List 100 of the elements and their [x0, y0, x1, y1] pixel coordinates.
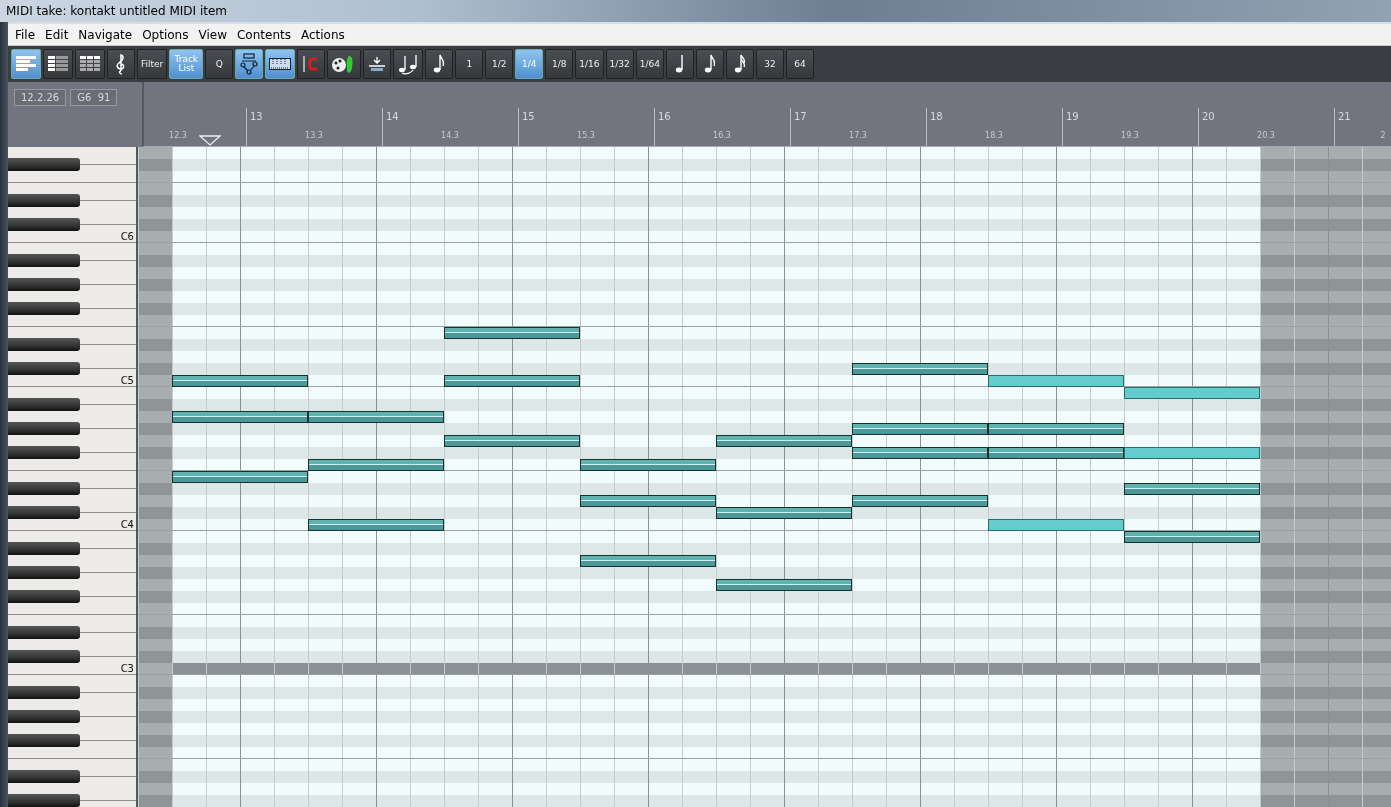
toolbar-button[interactable]: Filter [137, 49, 168, 79]
sharp-piano-key[interactable] [8, 158, 80, 171]
bar-tick [1334, 108, 1335, 146]
midi-note[interactable] [172, 471, 308, 483]
sharp-piano-key[interactable] [8, 254, 80, 267]
toolbar-icon-button[interactable] [425, 49, 454, 79]
sharp-piano-key[interactable] [8, 686, 80, 699]
sharp-piano-key[interactable] [8, 626, 80, 639]
sharp-piano-key[interactable] [8, 446, 80, 459]
toolbar-icon-button[interactable] [43, 49, 73, 79]
sharp-piano-key[interactable] [8, 398, 80, 411]
midi-note[interactable] [308, 411, 444, 423]
sharp-piano-key[interactable] [8, 506, 80, 519]
note-lane[interactable] [138, 435, 1391, 447]
menu-item[interactable]: View [193, 27, 232, 42]
toolbar-button[interactable]: Q [205, 49, 234, 79]
midi-note[interactable] [1124, 531, 1260, 543]
grid-view-icon [79, 54, 101, 74]
midi-note[interactable] [580, 459, 716, 471]
midi-note[interactable] [172, 411, 308, 423]
toolbar-button[interactable]: 1/8 [545, 49, 574, 79]
sharp-piano-key[interactable] [8, 590, 80, 603]
sharp-piano-key[interactable] [8, 710, 80, 723]
toolbar-icon-button[interactable] [725, 49, 754, 79]
toolbar-icon-button[interactable] [107, 49, 135, 79]
toolbar-icon-button[interactable] [235, 49, 264, 79]
menu-item[interactable]: Contents [231, 27, 296, 42]
sharp-piano-key[interactable] [8, 422, 80, 435]
toolbar-icon-button[interactable] [695, 49, 724, 79]
ruler-label: 2 [1380, 131, 1386, 140]
midi-note[interactable] [444, 327, 580, 339]
midi-note[interactable] [580, 555, 716, 567]
note-lane[interactable] [138, 459, 1391, 471]
midi-note[interactable] [172, 375, 308, 387]
toolbar-icon-button[interactable] [665, 49, 694, 79]
midi-note[interactable] [716, 435, 852, 447]
toolbar-icon-button[interactable] [327, 49, 362, 79]
midi-note[interactable] [852, 495, 988, 507]
toolbar-button[interactable]: 32 [755, 49, 784, 79]
sharp-piano-key[interactable] [8, 650, 80, 663]
octave-label: C5 [120, 375, 134, 386]
sharp-piano-key[interactable] [8, 302, 80, 315]
sharp-piano-key[interactable] [8, 794, 80, 807]
sharp-piano-key[interactable] [8, 338, 80, 351]
midi-note[interactable] [308, 459, 444, 471]
sharp-piano-key[interactable] [8, 278, 80, 291]
sharp-piano-key[interactable] [8, 482, 80, 495]
node-curve-icon [239, 53, 260, 75]
note-lane[interactable] [138, 519, 1391, 531]
sharp-piano-key[interactable] [8, 566, 80, 579]
bar-tick [1062, 108, 1063, 146]
sharp-piano-key[interactable] [8, 218, 80, 231]
ruler-label: 13 [250, 111, 263, 122]
menu-item[interactable]: Navigate [73, 27, 138, 42]
list-view-icon [47, 54, 69, 74]
sharp-piano-key[interactable] [8, 770, 80, 783]
midi-note[interactable] [308, 519, 444, 531]
toolbar-button[interactable]: 1/32 [605, 49, 634, 79]
bar-tick [790, 108, 791, 146]
toolbar-button[interactable]: 1/16 [575, 49, 604, 79]
midi-note[interactable] [444, 375, 580, 387]
midi-note[interactable] [716, 507, 852, 519]
sharp-piano-key[interactable] [8, 194, 80, 207]
midi-note[interactable] [988, 423, 1124, 435]
toolbar-icon-button[interactable] [297, 49, 326, 79]
midi-note[interactable] [988, 447, 1124, 459]
menu-item[interactable]: Actions [295, 27, 350, 42]
midi-note[interactable] [716, 579, 852, 591]
toolbar-icon-button[interactable] [75, 49, 105, 79]
midi-note[interactable] [852, 363, 988, 375]
bar-tick [654, 108, 655, 146]
menu-item[interactable]: Options [137, 27, 194, 42]
toolbar-button[interactable]: 1 [455, 49, 484, 79]
piano-keyboard[interactable]: C6 C5 C4 C3 [8, 147, 138, 807]
sharp-piano-key[interactable] [8, 362, 80, 375]
midi-note[interactable] [1124, 483, 1260, 495]
sharp-piano-key[interactable] [8, 734, 80, 747]
ruler-label: 13.3 [305, 131, 323, 140]
menu-item[interactable]: File [10, 27, 41, 42]
note-lane[interactable] [138, 495, 1391, 507]
midi-note[interactable] [580, 495, 716, 507]
sharp-piano-key[interactable] [8, 542, 80, 555]
midi-note[interactable] [852, 423, 988, 435]
note-lane[interactable] [138, 375, 1391, 387]
note-lane[interactable] [138, 423, 1391, 435]
menu-item[interactable]: Edit [40, 27, 74, 42]
midi-note[interactable] [444, 435, 580, 447]
toolbar-button[interactable]: 1/2 [485, 49, 514, 79]
toolbar-icon-button[interactable] [363, 49, 392, 79]
midi-note[interactable] [852, 447, 988, 459]
toolbar-icon-button[interactable] [265, 49, 296, 79]
cursor-marker-icon[interactable] [199, 135, 221, 146]
ruler-label: 17 [794, 111, 807, 122]
toolbar-icon-button[interactable] [393, 49, 424, 79]
note-lane[interactable] [138, 411, 1391, 423]
toolbar-button[interactable]: 64 [785, 49, 814, 79]
note-lane[interactable] [138, 447, 1391, 459]
toolbar-button[interactable]: 1/64 [635, 49, 664, 79]
tied-notes-icon [397, 53, 420, 75]
ruler-label: 16 [658, 111, 671, 122]
